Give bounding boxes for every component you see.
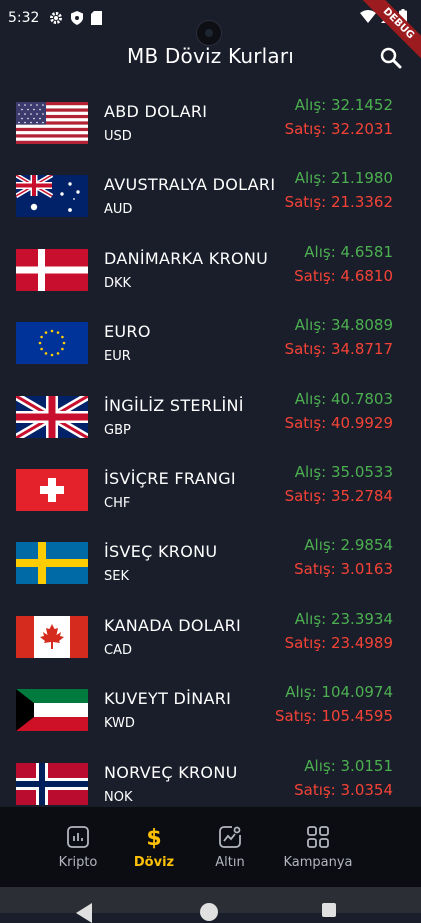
- search-icon: [380, 47, 402, 69]
- buy-price: Alış: 2.9854: [304, 536, 393, 555]
- sell-price: Satış: 34.8717: [284, 340, 393, 359]
- currency-code: KWD: [104, 716, 135, 732]
- back-icon[interactable]: [76, 903, 92, 923]
- gb-flag-icon: [16, 395, 88, 438]
- currency-code: AUD: [104, 202, 133, 218]
- buy-price: Alış: 35.0533: [294, 462, 393, 481]
- currency-code: SEK: [104, 569, 129, 585]
- currency-name: AVUSTRALYA DOLARI: [104, 175, 276, 195]
- page-title: MB Döviz Kurları: [126, 44, 295, 68]
- dk-flag-icon: [16, 248, 88, 291]
- au-flag-icon: [16, 175, 88, 218]
- currency-row-eur[interactable]: EURO EUR Alış: 34.8089 Satış: 34.8717: [0, 306, 421, 379]
- bottom-navigation: Kripto $ Döviz Altın Kampanya: [0, 807, 421, 887]
- currency-row-cad[interactable]: KANADA DOLARI CAD Alış: 23.3934 Satış: 2…: [0, 600, 421, 673]
- nav-item-altin[interactable]: Altın: [192, 807, 268, 887]
- nav-label: Kampanya: [283, 855, 353, 870]
- sell-price: Satış: 3.0354: [294, 780, 393, 799]
- currency-row-nok[interactable]: NORVEÇ KRONU NOK Alış: 3.0151 Satış: 3.0…: [0, 747, 421, 806]
- nav-item-kripto[interactable]: Kripto: [40, 807, 116, 887]
- currency-name: ABD DOLARI: [104, 102, 208, 121]
- se-flag-icon: [16, 542, 88, 585]
- currency-name: EURO: [104, 322, 151, 342]
- camera-cutout: [196, 20, 222, 46]
- kw-flag-icon: [16, 689, 88, 732]
- currency-code: NOK: [104, 789, 133, 805]
- no-flag-icon: [16, 762, 88, 805]
- buy-price: Alış: 3.0151: [304, 756, 393, 775]
- search-button[interactable]: [379, 46, 403, 70]
- nav-label: Altın: [215, 855, 245, 870]
- currency-code: CHF: [104, 495, 131, 511]
- currency-name: KUVEYT DİNARI: [104, 689, 232, 709]
- currency-code: EUR: [104, 349, 131, 365]
- dollar-icon: $: [146, 826, 161, 849]
- recent-apps-icon[interactable]: [322, 903, 336, 917]
- currency-name: NORVEÇ KRONU: [104, 762, 238, 782]
- home-icon[interactable]: [200, 903, 218, 921]
- sell-price: Satış: 35.2784: [284, 486, 393, 505]
- currency-name: İSVEÇ KRONU: [104, 542, 218, 562]
- currency-code: USD: [104, 129, 132, 144]
- system-nav-bar: [0, 887, 421, 923]
- shield-icon: [71, 11, 84, 25]
- settings-icon: [50, 12, 63, 24]
- currency-row-usd[interactable]: ABD DOLARI USD Alış: 32.1452 Satış: 32.2…: [0, 86, 421, 159]
- currency-row-chf[interactable]: İSVİÇRE FRANGI CHF Alış: 35.0533 Satış: …: [0, 453, 421, 526]
- grid-icon: [307, 826, 329, 848]
- ch-flag-icon: [16, 468, 88, 511]
- status-time: 5:32: [8, 10, 40, 26]
- ca-flag-icon: [16, 615, 88, 658]
- us-flag-icon: [16, 102, 88, 144]
- nav-item-kampanya[interactable]: Kampanya: [268, 807, 368, 887]
- currency-row-sek[interactable]: İSVEÇ KRONU SEK Alış: 2.9854 Satış: 3.01…: [0, 526, 421, 599]
- svg-text:$: $: [146, 826, 161, 849]
- buy-price: Alış: 4.6581: [304, 242, 393, 261]
- currency-row-dkk[interactable]: DANİMARKA KRONU DKK Alış: 4.6581 Satış: …: [0, 233, 421, 306]
- buy-price: Alış: 23.3934: [294, 609, 393, 628]
- sell-price: Satış: 40.9929: [284, 413, 393, 432]
- currency-name: KANADA DOLARI: [104, 615, 242, 635]
- buy-price: Alış: 104.0974: [285, 683, 393, 702]
- currency-name: İNGİLİZ STERLİNİ: [104, 395, 244, 415]
- currency-name: İSVİÇRE FRANGI: [104, 468, 236, 488]
- currency-list[interactable]: ABD DOLARI USD Alış: 32.1452 Satış: 32.2…: [0, 86, 421, 806]
- sell-price: Satış: 3.0163: [294, 560, 393, 579]
- currency-code: DKK: [104, 275, 132, 291]
- buy-price: Alış: 21.1980: [294, 169, 393, 188]
- buy-price: Alış: 40.7803: [294, 389, 393, 408]
- currency-row-gbp[interactable]: İNGİLİZ STERLİNİ GBP Alış: 40.7803 Satış…: [0, 380, 421, 453]
- sell-price: Satış: 4.6810: [294, 266, 393, 285]
- nav-label: Kripto: [58, 855, 98, 870]
- sell-price: Satış: 21.3362: [284, 193, 393, 212]
- currency-name: DANİMARKA KRONU: [104, 248, 269, 268]
- sell-price: Satış: 32.2031: [284, 120, 393, 138]
- currency-code: GBP: [104, 422, 131, 438]
- buy-price: Alış: 34.8089: [294, 316, 393, 335]
- currency-row-aud[interactable]: AVUSTRALYA DOLARI AUD Alış: 21.1980 Satı…: [0, 159, 421, 232]
- currency-row-kwd[interactable]: KUVEYT DİNARI KWD Alış: 104.0974 Satış: …: [0, 673, 421, 746]
- chart-icon: [67, 826, 89, 848]
- sd-card-icon: [91, 11, 103, 25]
- eu-flag-icon: [16, 322, 88, 365]
- sell-price: Satış: 105.4595: [275, 707, 393, 726]
- trend-icon: [219, 826, 241, 848]
- currency-code: CAD: [104, 642, 132, 658]
- buy-price: Alış: 32.1452: [294, 96, 393, 114]
- nav-label: Döviz: [133, 855, 175, 870]
- nav-item-doviz[interactable]: $ Döviz: [116, 807, 192, 887]
- sell-price: Satış: 23.4989: [284, 633, 393, 652]
